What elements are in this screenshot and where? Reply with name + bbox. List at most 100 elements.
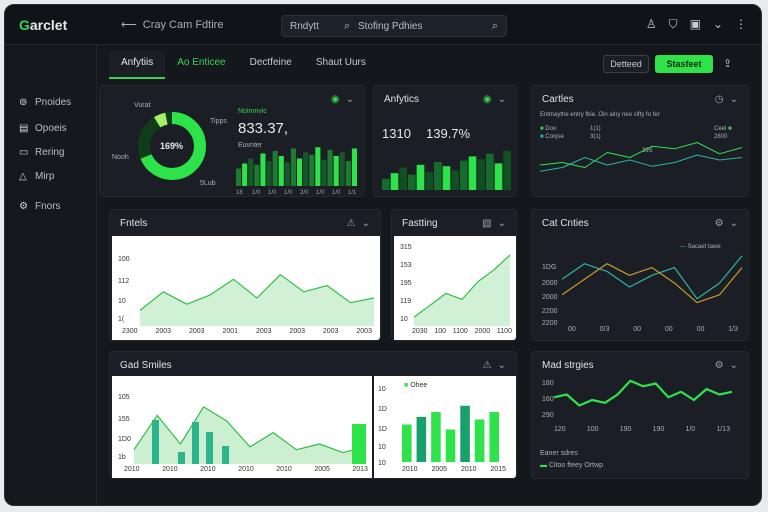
bar [477,159,485,190]
bar [494,163,503,190]
card-title: Gad Smiles [120,360,172,371]
bar [339,152,345,186]
bar [503,150,511,190]
search-placeholder: Stofing Pdhies [358,21,423,32]
bar [451,170,459,190]
x-tick: 1/1 [348,190,357,196]
bar [236,168,242,186]
bar [442,166,451,190]
circle-icon: ⊚ [19,97,28,108]
bar [351,148,357,186]
triangle-icon: △ [19,171,27,182]
share-icon[interactable]: ⇪ [723,57,732,70]
y-tick: 119 [400,298,412,305]
bar [468,156,477,190]
analytics-bar-chart [382,150,511,190]
app-window: Garclet ⟵ Cray Cam Fdtire Rndytt ⌕ Stofin… [4,4,762,506]
tab-dectfeine[interactable]: Dectfeine [238,51,304,79]
sidebar: ⊚ Pnoides ▤ Opoeis ▭ Rering △ Mirp ⚙ Fnors [5,45,97,505]
cartles-card: Cartles ◷ ⌄ Entmaythe entry fbie. Oin ain… [531,85,749,197]
y-tick: 155 [118,416,130,423]
bar [416,417,427,462]
y-tick: 112 [118,278,130,285]
search-input[interactable]: Rndytt ⌕ Stofing Pdhies ⌕ [281,15,507,37]
gear-icon: ⚙ [19,201,28,212]
bar [408,174,416,190]
tab-shaut-uurs[interactable]: Shaut Uurs [304,51,378,79]
x-axis: 2300 2003 2003 2001 2003 2003 2003 2003 [122,328,372,335]
sidebar-item-mirp[interactable]: △ Mirp [19,171,54,182]
bar [152,420,159,464]
chart-plot-area: 315 153 195 119 10 2030 100 1100 2000 1100 [394,236,516,340]
bar [445,429,456,462]
donut-card: 169% Vurat Tipps Nooh 5Lub Noinmvic 833.… [99,85,365,197]
bar [390,173,399,190]
detteed-button[interactable]: Detteed [603,55,649,73]
tab-ao-enticee[interactable]: Ao Enticee [165,51,237,79]
chevron-down-icon[interactable]: ⌄ [498,360,506,371]
y-tick: 195 [400,280,412,287]
bar [352,424,366,464]
alert-icon[interactable]: ⚠ [483,360,492,371]
chevron-down-icon[interactable]: ⌄ [713,17,723,32]
bar [297,158,303,186]
bar [254,164,260,186]
bar [206,432,213,464]
app-logo[interactable]: Garclet [19,17,67,33]
search-scope-label: Rndytt [290,21,319,32]
refresh-icon[interactable]: ◉ [331,94,340,105]
bar [266,161,272,186]
filter-icon[interactable]: ⛉ [669,17,678,32]
analytics-card: Anfytics ◉ ⌄ 1310 139.7% [373,85,517,197]
y-tick: 153 [400,262,412,269]
back-link[interactable]: ⟵ Cray Cam Fdtire [115,18,223,31]
bar [425,171,433,190]
cartles-line-chart [539,142,743,172]
card-controls: ⚠ ⌄ [483,360,506,371]
bar [434,162,442,190]
bar [222,446,229,464]
series-line [539,154,743,172]
y-tick: 1b [118,454,126,461]
chevron-down-icon[interactable]: ⌄ [498,218,506,229]
bar [416,164,425,190]
chart-plot-area: 105 155 1D0 1b 2010 2010 2010 2010 2010 2005 2… [112,376,372,478]
bar [248,158,254,186]
sidebar-item-rering[interactable]: ▭ Rering [19,147,64,158]
y-tick: 10 [118,298,126,305]
series-line [553,379,733,407]
bar [327,149,333,186]
x-axis: 2030 100 1100 2000 1100 [412,328,512,335]
bar [399,167,407,190]
bar [309,154,315,186]
bar [321,159,327,186]
sidebar-item-opoeis[interactable]: ▤ Opoeis [19,123,67,134]
chevron-down-icon[interactable]: ⌄ [362,218,370,229]
y-tick: 315 [400,244,412,251]
sidebar-item-fnors[interactable]: ⚙ Fnors [19,201,61,212]
search-submit-icon[interactable]: ⌕ [492,20,498,33]
x-tick: 1/0 [332,190,341,196]
image-icon[interactable]: ▧ [482,218,491,229]
bar [315,147,321,186]
y-tick: 105 [118,394,130,401]
gad-smiles-area-chart [133,406,367,464]
sidebar-item-pnoides[interactable]: ⊚ Pnoides [19,97,71,108]
tab-anfytiis[interactable]: Anfytiis [109,51,166,79]
card-title: Fastting [402,218,438,229]
bar [431,412,441,462]
user-icon[interactable]: ♙ [646,17,657,32]
card-controls: ▧ ⌄ [482,218,506,229]
chevron-down-icon[interactable]: ⌄ [346,94,354,105]
chart-plot-area: 10 1D 1D 10 10 ■ Ohee 2010 2005 2010 2015 [374,376,516,478]
fntels-card: Fntels ⚠ ⌄ 100 112 10 1( 2300 2003 2003 2001… [109,209,381,341]
more-icon[interactable]: ⋮ [735,17,747,32]
bar [402,424,412,462]
gad-smiles-bar-chart [402,405,499,462]
alert-icon[interactable]: ⚠ [347,218,356,229]
calendar-icon[interactable]: ▣ [690,17,701,32]
stasfeet-button[interactable]: Stasfeet [655,55,713,73]
y-tick: 1D0 [118,436,131,443]
bar [260,153,266,186]
area-fill [134,406,366,464]
